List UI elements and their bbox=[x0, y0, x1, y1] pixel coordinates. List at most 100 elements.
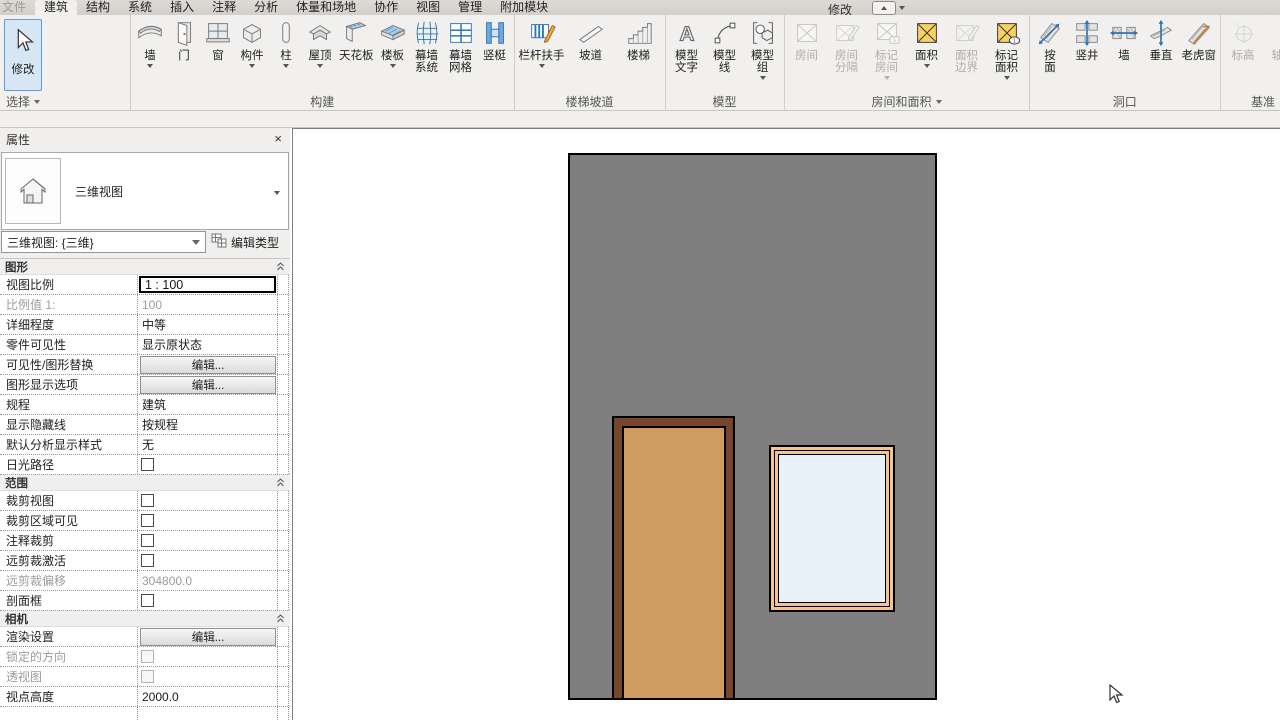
tab-6[interactable]: 分析 bbox=[245, 0, 287, 15]
ribbon-btn-railing[interactable]: 栏杆扶手 bbox=[517, 17, 567, 71]
ribbon-btn-curtain-system[interactable]: 幕墙 系统 bbox=[410, 17, 444, 74]
properties-title: 属性 bbox=[6, 131, 30, 148]
tab-10[interactable]: 管理 bbox=[449, 0, 491, 15]
prop-row-0-3: 零件可见性显示原状态 bbox=[0, 335, 290, 355]
prop-value-input[interactable]: 1 : 100 bbox=[139, 276, 276, 293]
tag-area-icon: 1 bbox=[992, 18, 1022, 48]
prop-group-1[interactable]: 范围 bbox=[0, 475, 290, 491]
type-selector[interactable]: 三维视图 bbox=[1, 152, 289, 230]
ribbon-btn-component[interactable]: 构件 bbox=[235, 17, 269, 71]
tab-7[interactable]: 体量和场地 bbox=[287, 0, 365, 15]
chevron-down-icon bbox=[34, 100, 40, 107]
prop-row-1-1: 裁剪区域可见 bbox=[0, 511, 290, 531]
ribbon-btn-ceiling[interactable]: 天花板 bbox=[337, 17, 376, 62]
room-icon bbox=[792, 18, 822, 48]
prop-checkbox[interactable] bbox=[141, 534, 154, 547]
prop-checkbox[interactable] bbox=[141, 554, 154, 567]
ribbon-btn-roof[interactable]: 屋顶 bbox=[303, 17, 337, 71]
ribbon-btn-column[interactable]: 柱 bbox=[269, 17, 303, 71]
floor-icon bbox=[378, 18, 408, 48]
edit-type-button[interactable]: 编辑类型 bbox=[206, 231, 289, 253]
tab-8[interactable]: 协作 bbox=[365, 0, 407, 15]
ribbon-btn-window[interactable]: 窗 bbox=[201, 17, 235, 62]
curtain-system-icon bbox=[412, 18, 442, 48]
ribbon-btn-door[interactable]: 门 bbox=[167, 17, 201, 62]
drawing-area[interactable] bbox=[292, 128, 1280, 720]
prop-value: 304800.0 bbox=[139, 574, 192, 588]
modify-button[interactable]: 修改 bbox=[4, 19, 42, 91]
prop-row-0-1: 比例值 1:100 bbox=[0, 295, 290, 315]
tab-4[interactable]: 插入 bbox=[161, 0, 203, 15]
window-glass bbox=[778, 454, 886, 603]
close-icon[interactable]: × bbox=[274, 133, 282, 145]
prop-checkbox[interactable] bbox=[141, 594, 154, 607]
ribbon-btn-stair[interactable]: 楼梯 bbox=[615, 17, 663, 62]
tab-2[interactable]: 结构 bbox=[77, 0, 119, 15]
prop-label: 规程 bbox=[0, 395, 138, 414]
ceiling-icon bbox=[341, 18, 371, 48]
prop-edit-button[interactable]: 编辑... bbox=[140, 628, 276, 646]
chevron-down-icon bbox=[924, 64, 930, 71]
ribbon-btn-by-face[interactable]: 按 面 bbox=[1032, 17, 1069, 74]
ribbon-btn-shaft[interactable]: 竖井 bbox=[1069, 17, 1106, 62]
ribbon-btn-wall-opening[interactable]: 墙 bbox=[1106, 17, 1143, 62]
ribbon-panel-label-3[interactable]: 房间和面积 bbox=[785, 93, 1029, 110]
chevron-down-icon bbox=[884, 76, 890, 83]
ribbon: 修改 选择 墙门窗构件柱屋顶天花板楼板幕墙 系统幕墙 网格竖梃构建栏杆扶手坡道楼… bbox=[0, 15, 1280, 111]
tab-3[interactable]: 系统 bbox=[119, 0, 161, 15]
prop-checkbox[interactable] bbox=[141, 514, 154, 527]
tab-5[interactable]: 注释 bbox=[203, 0, 245, 15]
ribbon-btn-vertical-opening[interactable]: 垂直 bbox=[1143, 17, 1180, 62]
prop-edit-button[interactable]: 编辑... bbox=[140, 376, 276, 394]
prop-row-2-4 bbox=[0, 707, 290, 720]
tab-11[interactable]: 附加模块 bbox=[491, 0, 557, 15]
ribbon-btn-floor[interactable]: 楼板 bbox=[376, 17, 410, 71]
prop-value[interactable]: 中等 bbox=[139, 316, 166, 333]
prop-group-2[interactable]: 相机 bbox=[0, 611, 290, 627]
ribbon-btn-tag-area[interactable]: 1标记 面积 bbox=[987, 17, 1027, 83]
ribbon-btn-mullion[interactable]: 竖梃 bbox=[478, 17, 512, 62]
door-icon bbox=[169, 18, 199, 48]
prop-label: 图形显示选项 bbox=[0, 375, 138, 394]
prop-group-0[interactable]: 图形 bbox=[0, 259, 290, 275]
tab-0[interactable]: 文件 bbox=[0, 0, 35, 15]
ribbon-btn-model-group[interactable]: 模型 组 bbox=[744, 17, 782, 83]
grid-icon bbox=[1268, 18, 1280, 48]
tab-9[interactable]: 视图 bbox=[407, 0, 449, 15]
tab-1[interactable]: 建筑 bbox=[35, 0, 77, 15]
prop-label: 远剪裁偏移 bbox=[0, 571, 138, 590]
prop-value[interactable]: 建筑 bbox=[139, 396, 166, 413]
prop-label: 可见性/图形替换 bbox=[0, 355, 138, 374]
ribbon-btn-ramp[interactable]: 坡道 bbox=[567, 17, 615, 62]
ribbon-btn-wall[interactable]: 墙 bbox=[133, 17, 167, 71]
area-boundary-icon bbox=[952, 18, 982, 48]
svg-text:A: A bbox=[679, 23, 694, 46]
options-bar bbox=[0, 111, 1280, 128]
window-element[interactable] bbox=[769, 445, 895, 612]
prop-value[interactable]: 无 bbox=[139, 436, 154, 453]
prop-label: 详细程度 bbox=[0, 315, 138, 334]
ribbon-collapse-button[interactable] bbox=[872, 1, 905, 15]
window-icon bbox=[203, 18, 233, 48]
prop-edit-button[interactable]: 编辑... bbox=[140, 356, 276, 374]
prop-value[interactable]: 2000.0 bbox=[139, 690, 179, 704]
railing-icon bbox=[527, 18, 557, 48]
ribbon-btn-model-line[interactable]: 模型 线 bbox=[706, 17, 744, 74]
ribbon-panel-5: -.1标高轴网基准 bbox=[1221, 15, 1280, 110]
chevron-down-icon bbox=[760, 76, 766, 83]
prop-row-1-2: 注释裁剪 bbox=[0, 531, 290, 551]
ribbon-btn-area[interactable]: 面积 bbox=[907, 17, 947, 71]
wall-icon bbox=[135, 18, 165, 48]
ribbon-btn-curtain-grid[interactable]: 幕墙 网格 bbox=[444, 17, 478, 74]
prop-value[interactable]: 显示原状态 bbox=[139, 336, 202, 353]
prop-checkbox[interactable] bbox=[141, 458, 154, 471]
prop-row-0-2: 详细程度中等 bbox=[0, 315, 290, 335]
prop-row-0-9: 日光路径 bbox=[0, 455, 290, 475]
ribbon-btn-model-text[interactable]: A模型 文字 bbox=[668, 17, 706, 74]
prop-checkbox[interactable] bbox=[141, 494, 154, 507]
prop-row-0-5: 图形显示选项编辑... bbox=[0, 375, 290, 395]
ribbon-btn-dormer[interactable]: 老虎窗 bbox=[1180, 17, 1219, 62]
selection-panel-label[interactable]: 选择 bbox=[0, 93, 130, 110]
prop-value[interactable]: 按规程 bbox=[139, 416, 178, 433]
instance-selector-combobox[interactable]: 三维视图: {三维} bbox=[1, 231, 206, 253]
